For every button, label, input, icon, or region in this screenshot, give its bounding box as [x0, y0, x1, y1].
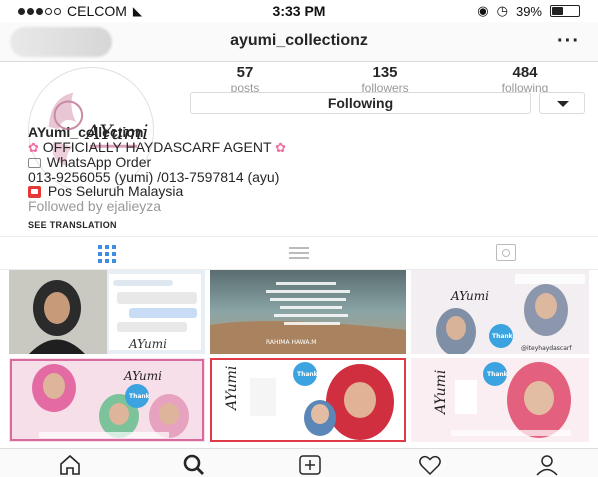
- status-right: ◉ ◷ 39%: [477, 3, 580, 19]
- followers-count: 135: [372, 64, 398, 81]
- suggestions-dropdown-button[interactable]: [539, 92, 585, 114]
- add-post-icon: [299, 455, 321, 475]
- profile-username-title: ayumi_collectionz: [230, 32, 368, 49]
- svg-text:Thank: Thank: [487, 371, 509, 378]
- rotation-lock-icon: ◉: [477, 3, 489, 18]
- posts-grid: AYumi RAHIMA HAWA.M AYumi Thank @iteyhay…: [9, 270, 589, 446]
- activity-tab[interactable]: [416, 454, 444, 476]
- stat-following[interactable]: 484 following: [470, 64, 580, 95]
- post-thumbnail[interactable]: AYumi Thank: [9, 358, 205, 442]
- svg-text:AYumi: AYumi: [123, 369, 162, 383]
- stat-posts[interactable]: 57 posts: [190, 64, 300, 95]
- home-tab[interactable]: [56, 454, 84, 476]
- bio-text-agent: OFFICIALLY HAYDASCARF AGENT: [42, 138, 272, 155]
- svg-text:AYumi: AYumi: [224, 366, 240, 412]
- alarm-icon: ◷: [496, 3, 508, 18]
- post-thumbnail[interactable]: RAHIMA HAWA.M: [210, 270, 406, 354]
- battery-level-fill: [552, 7, 563, 15]
- search-tab[interactable]: [180, 454, 208, 476]
- profile-tab[interactable]: [533, 454, 561, 476]
- following-count: 484: [512, 64, 538, 81]
- list-view-tab[interactable]: [289, 247, 309, 262]
- status-bar: CELCOM ◣ 3:33 PM ◉ ◷ 39%: [0, 0, 598, 22]
- tagged-icon: [496, 244, 516, 261]
- flower-emoji-icon: ✿: [275, 139, 287, 155]
- stat-followers[interactable]: 135 followers: [330, 64, 440, 95]
- following-button[interactable]: Following: [190, 92, 531, 114]
- followed-by-text[interactable]: Followed by ejalieyza: [28, 198, 588, 214]
- bottom-tab-bar: [0, 448, 598, 477]
- bio-line-agent: ✿ OFFICIALLY HAYDASCARF AGENT ✿: [28, 138, 588, 156]
- tagged-view-tab[interactable]: [496, 244, 516, 261]
- more-options-button[interactable]: ···: [557, 30, 580, 53]
- see-translation-link[interactable]: SEE TRANSLATION: [28, 218, 588, 233]
- profile-view-tabs: [0, 236, 598, 270]
- list-view-icon: [289, 247, 309, 259]
- phone-emoji-icon: [28, 158, 41, 169]
- profile-stats: 57 posts 135 followers 484 following: [190, 64, 585, 95]
- post-credit: RAHIMA HAWA.M: [266, 339, 316, 346]
- svg-text:Thank: Thank: [492, 333, 514, 340]
- profile-display-name: AYumi_collection: [28, 124, 144, 140]
- battery-percent: 39%: [515, 3, 542, 19]
- grid-view-icon: [98, 245, 116, 263]
- post-thumbnail[interactable]: AYumi: [9, 270, 205, 354]
- bio-text-pos: Pos Seluruh Malaysia: [47, 183, 184, 199]
- nav-bar: ayumi_collectionz ···: [0, 22, 598, 62]
- post-thumbnail[interactable]: AYumi Thank: [411, 358, 589, 442]
- profile-icon: [536, 455, 558, 476]
- home-icon: [60, 454, 80, 475]
- svg-text:AYumi: AYumi: [450, 289, 489, 303]
- post-thumbnail[interactable]: AYumi Thank @iteyhaydascarf: [411, 270, 589, 354]
- svg-text:AYumi: AYumi: [433, 370, 449, 416]
- flower-emoji-icon: ✿: [28, 139, 39, 155]
- bio-line-pos: Pos Seluruh Malaysia: [28, 184, 588, 199]
- heart-icon: [419, 455, 441, 476]
- bio-line-whatsapp: WhatsApp Order: [28, 155, 588, 170]
- grid-view-tab[interactable]: [98, 245, 116, 263]
- bio-line-phone: 013-9256055 (yumi) /013-7597814 (ayu): [28, 169, 588, 185]
- svg-text:AYumi: AYumi: [128, 337, 167, 351]
- posts-count: 57: [236, 64, 254, 81]
- profile-bio: AYumi_collection ✿ OFFICIALLY HAYDASCARF…: [28, 125, 588, 233]
- post-thumbnail[interactable]: AYumi Thank: [210, 358, 406, 442]
- svg-text:@iteyhaydascarf: @iteyhaydascarf: [521, 345, 572, 352]
- search-icon: [183, 454, 204, 475]
- add-post-tab[interactable]: [296, 454, 324, 476]
- battery-icon: [550, 5, 580, 17]
- svg-text:Thank: Thank: [297, 371, 319, 378]
- mailbox-emoji-icon: [28, 186, 41, 199]
- svg-text:Thank: Thank: [129, 393, 151, 400]
